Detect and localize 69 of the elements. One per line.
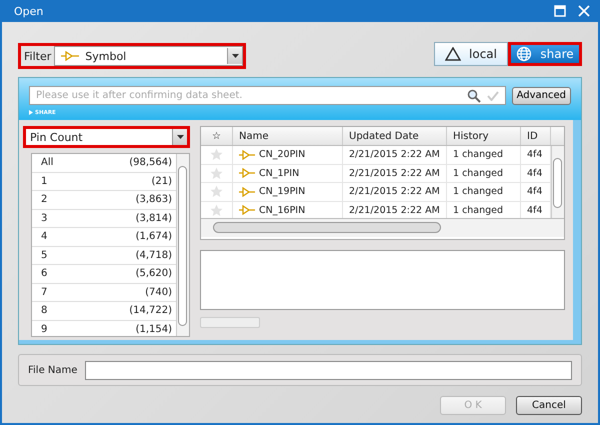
symbol-icon [239,150,255,160]
facet-label: 4 [41,231,48,242]
facet-label: 9 [41,324,48,335]
facet-count: (5,620) [136,268,172,280]
caret-icon[interactable] [172,129,187,145]
filter-dropdown[interactable]: Filter Symbol [18,43,246,69]
advanced-button[interactable]: Advanced [512,86,571,104]
caret-icon[interactable] [227,48,242,64]
table-cell: CN_1PIN [259,168,300,179]
file-name-field[interactable] [85,360,572,380]
table-cell: 1 changed [447,183,521,200]
column-header[interactable]: History [447,127,521,145]
facet-count: (98,564) [129,157,172,168]
scrollbar[interactable] [551,146,564,218]
facet-count: (3,863) [136,194,172,206]
facet-count: (1,154) [136,324,172,335]
symbol-icon [239,168,255,178]
facet-label: 1 [41,176,48,187]
source-toggle[interactable]: local [434,42,508,66]
close-icon[interactable] [578,5,590,17]
star-icon[interactable] [210,204,223,217]
facet-dropdown[interactable]: Pin Count [23,126,190,148]
table-cell: 1 changed [447,146,521,164]
table-cell: 2/21/2015 2:22 AM [343,164,447,182]
scrollbar[interactable] [201,218,564,237]
facet-label: All [41,157,54,168]
facet-count: (3,814) [136,212,172,224]
star-icon[interactable] [210,148,223,162]
source-toggle[interactable]: share [508,42,582,66]
globe-icon [516,46,532,62]
facet-label: 8 [41,305,48,316]
window-title: Open [14,4,44,18]
column-header[interactable]: Name [233,127,343,145]
symbol-icon [239,186,255,197]
triangle-icon [445,47,462,61]
scrollbar[interactable] [176,154,189,336]
facet-count: (21) [151,176,172,187]
table-cell: CN_16PIN [259,204,306,216]
facet-label: 6 [41,268,48,280]
search-input[interactable]: Please use it after confirming data sheet. [30,90,461,101]
table-cell: CN_19PIN [259,186,306,198]
facet-count: (1,674) [136,231,172,242]
star-icon[interactable] [210,166,223,180]
star-icon[interactable] [210,185,223,198]
table-cell: 1 changed [447,164,521,182]
filter-value: Symbol [85,50,128,62]
table-cell: 2/21/2015 2:22 AM [343,183,447,200]
facet-count: (740) [145,286,172,298]
facet-label: 7 [41,286,48,298]
symbol-icon [239,205,255,216]
checkmark-icon[interactable] [486,90,499,100]
facet-label: 3 [41,212,48,224]
table-cell: 2/21/2015 2:22 AM [343,146,447,164]
search-icon[interactable] [466,88,481,102]
facet-label: 5 [41,250,48,261]
symbol-icon [61,51,80,61]
dialog-button[interactable]: Cancel [516,396,582,415]
column-header[interactable]: ID [521,127,551,145]
facet-count: (14,722) [129,305,172,316]
facet-count: (4,718) [136,250,172,261]
column-header[interactable]: Updated Date [343,127,447,145]
expand-arrow-icon[interactable] [29,110,33,115]
table-cell: CN_20PIN [259,149,306,160]
filter-label: Filter [23,50,52,62]
search-field[interactable]: Please use it after confirming data sheet. [29,86,506,105]
column-header[interactable]: ☆ [201,127,233,145]
maximize-icon[interactable] [554,5,566,17]
file-name-label: File Name [28,364,78,376]
facet-label: 2 [41,194,48,206]
